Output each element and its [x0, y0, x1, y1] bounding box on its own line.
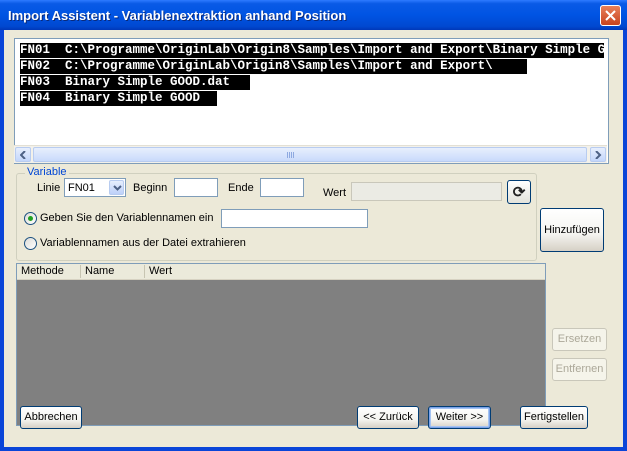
- preview-line-fn03[interactable]: FN03 Binary Simple GOOD.dat: [20, 75, 250, 90]
- preview-line-fn02[interactable]: FN02 C:\Programme\OriginLab\Origin8\Samp…: [20, 59, 527, 74]
- chevron-right-icon: [595, 151, 602, 159]
- horizontal-scrollbar[interactable]: [14, 145, 607, 163]
- grip-line: [293, 152, 294, 158]
- title-bar[interactable]: Import Assistent - Variablenextraktion a…: [0, 0, 627, 30]
- grip-line: [289, 152, 290, 158]
- preview-line-fn01[interactable]: FN01 C:\Programme\OriginLab\Origin8\Samp…: [20, 43, 604, 58]
- beginn-input[interactable]: [174, 178, 218, 197]
- chevron-down-icon: [113, 185, 122, 191]
- next-button[interactable]: Weiter >>: [428, 406, 491, 429]
- wert-label: Wert: [323, 187, 347, 199]
- radio-enter-name[interactable]: [24, 212, 37, 225]
- variable-name-input[interactable]: [221, 209, 368, 228]
- dialog-client: FN01 C:\Programme\OriginLab\Origin8\Samp…: [4, 30, 623, 447]
- cancel-button[interactable]: Abbrechen: [20, 406, 82, 429]
- linie-dropdown[interactable]: FN01: [64, 178, 126, 197]
- remove-button[interactable]: Entfernen: [552, 358, 607, 381]
- table-header: Methode Name Wert: [17, 264, 545, 280]
- preview-line-fn04[interactable]: FN04 Binary Simple GOOD: [20, 91, 217, 106]
- ende-label: Ende: [228, 182, 254, 194]
- scroll-left-button[interactable]: [15, 147, 31, 162]
- import-wizard-window: Import Assistent - Variablenextraktion a…: [0, 0, 627, 451]
- radio-selected-dot: [28, 216, 33, 221]
- radio-extract-name[interactable]: [24, 237, 37, 250]
- grip-line: [287, 152, 288, 158]
- variables-table[interactable]: Methode Name Wert: [16, 263, 546, 426]
- scroll-thumb[interactable]: [33, 147, 587, 162]
- chevron-left-icon: [20, 151, 26, 159]
- variable-group-legend: Variable: [25, 166, 69, 178]
- beginn-label: Beginn: [133, 182, 168, 194]
- column-header-methode[interactable]: Methode: [17, 265, 81, 278]
- linie-dropdown-button[interactable]: [109, 180, 124, 195]
- wert-input: [351, 182, 502, 201]
- column-header-wert[interactable]: Wert: [145, 265, 545, 278]
- refresh-button[interactable]: ⟳: [507, 180, 531, 204]
- scroll-right-button[interactable]: [590, 147, 606, 162]
- close-button[interactable]: [600, 5, 621, 26]
- radio-extract-name-label[interactable]: Variablennamen aus der Datei extrahieren: [40, 237, 246, 249]
- back-button[interactable]: << Zurück: [357, 406, 419, 429]
- close-icon: [605, 10, 616, 21]
- linie-label: Linie: [37, 182, 61, 194]
- grip-line: [291, 152, 292, 158]
- window-title: Import Assistent - Variablenextraktion a…: [8, 8, 347, 23]
- add-button[interactable]: Hinzufügen: [540, 208, 604, 252]
- finish-button[interactable]: Fertigstellen: [520, 406, 588, 429]
- replace-button[interactable]: Ersetzen: [552, 328, 607, 351]
- refresh-icon: ⟳: [512, 184, 526, 201]
- column-header-name[interactable]: Name: [81, 265, 145, 278]
- radio-enter-name-label[interactable]: Geben Sie den Variablennamen ein: [40, 212, 213, 224]
- linie-dropdown-value: FN01: [68, 182, 95, 194]
- ende-input[interactable]: [260, 178, 304, 197]
